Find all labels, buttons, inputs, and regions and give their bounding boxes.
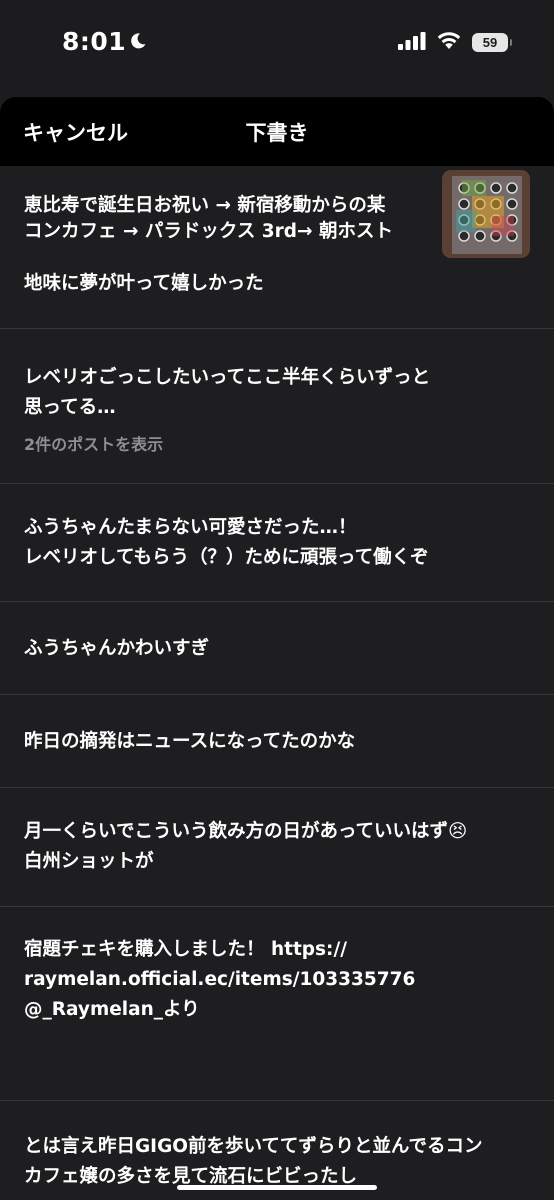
draft-item[interactable]: レベリオごっこしたいってここ半年くらいずっと 思ってる… 2件のポストを表示 (0, 329, 554, 484)
draft-text: ふうちゃんかわいすぎ (24, 638, 210, 659)
wifi-icon (436, 31, 462, 54)
sheet-header: キャンセル 下書き (0, 97, 554, 166)
time-text: 8:01 (62, 27, 127, 56)
draft-item[interactable]: ふうちゃんたまらない可愛さだった…！ レベリオしてもらう（？）ために頑張って働く… (0, 484, 554, 602)
moon-icon (129, 27, 147, 56)
status-bar: 8:01 59 (0, 0, 554, 92)
draft-text: レベリオごっこしたいってここ半年くらいずっと 思ってる… (24, 367, 431, 418)
cellular-signal-icon (398, 31, 426, 54)
status-icons: 59 (398, 31, 512, 54)
home-indicator[interactable] (177, 1185, 377, 1190)
draft-text: とは言え昨日GIGO前を歩いててずらりと並んでるコン カフェ嬢の多さを見て流石に… (24, 1136, 483, 1187)
draft-text: ふうちゃんたまらない可愛さだった…！ レベリオしてもらう（？）ために頑張って働く… (24, 517, 429, 568)
draft-item[interactable]: 月一くらいでこういう飲み方の日があっていいはず😣 白州ショットが (0, 788, 554, 907)
sheet-title: 下書き (245, 121, 309, 145)
draft-list: 恵比寿で誕生日お祝い → 新宿移動からの某 コンカフェ → パラドックス 3rd… (0, 166, 554, 1200)
draft-item[interactable]: ふうちゃんかわいすぎ (0, 602, 554, 695)
battery-icon: 59 (472, 33, 512, 52)
drafts-sheet: キャンセル 下書き 恵比寿で誕生日お祝い → 新宿移動からの某 コンカフェ → … (0, 97, 554, 1200)
draft-text: 昨日の摘発はニュースになってたのかな (24, 731, 356, 752)
draft-text: 宿題チェキを購入しました！ https:// raymelan.official… (24, 939, 416, 1020)
battery-level: 59 (482, 35, 498, 50)
status-time: 8:01 (62, 27, 147, 56)
draft-thumbnail (442, 170, 530, 258)
draft-text: 月一くらいでこういう飲み方の日があっていいはず😣 白州ショットが (24, 821, 468, 872)
show-thread-link[interactable]: 2件のポストを表示 (24, 431, 530, 455)
draft-item[interactable]: 宿題チェキを購入しました！ https:// raymelan.official… (0, 907, 554, 1101)
draft-item[interactable]: 恵比寿で誕生日お祝い → 新宿移動からの某 コンカフェ → パラドックス 3rd… (0, 166, 554, 329)
draft-item[interactable]: 昨日の摘発はニュースになってたのかな (0, 695, 554, 788)
